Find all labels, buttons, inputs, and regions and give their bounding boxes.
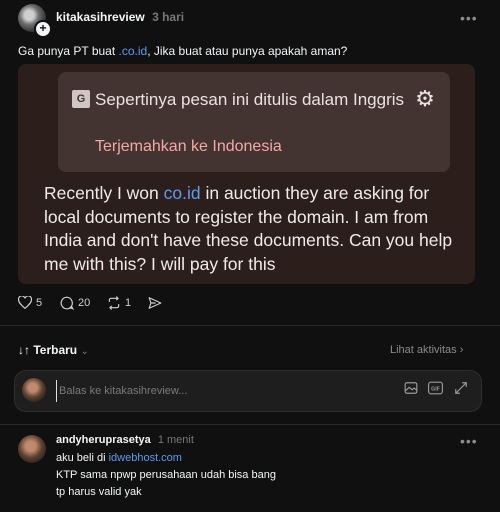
media-text-link: co.id (163, 183, 201, 203)
media-message-text: Recently I won co.id in auction they are… (44, 182, 464, 276)
comment-time: 1 menit (157, 434, 194, 446)
translate-action[interactable]: Terjemahkan ke Indonesia (95, 138, 282, 156)
expand-icon[interactable] (454, 381, 468, 398)
heart-icon (18, 296, 32, 309)
repost-button[interactable]: 1 (107, 296, 131, 310)
comment-more-icon[interactable]: ••• (460, 433, 478, 449)
comment-text-part: aku beli di (56, 452, 109, 464)
comment-count: 20 (78, 297, 91, 309)
gear-icon[interactable]: ⚙ (412, 86, 438, 112)
post-username[interactable]: kitakasihreview (56, 10, 145, 24)
translate-icon: G (72, 90, 90, 108)
follow-plus-icon[interactable]: + (34, 20, 52, 38)
comment-link[interactable]: idwebhost.com (109, 452, 182, 464)
post-text-part: Ga punya PT buat (18, 44, 119, 58)
sort-icon: ↓↑ (18, 343, 30, 357)
share-icon (148, 297, 162, 309)
like-count: 5 (36, 296, 43, 309)
repost-count: 1 (125, 297, 132, 309)
share-button[interactable] (148, 296, 162, 310)
repost-icon (108, 296, 120, 310)
activity-label: Lihat aktivitas (390, 344, 457, 356)
translate-banner: G Sepertinya pesan ini ditulis dalam Ing… (58, 72, 450, 172)
post-more-icon[interactable]: ••• (460, 10, 478, 26)
post-text: Ga punya PT buat .co.id, Jika buat atau … (18, 44, 347, 58)
sort-label: Terbaru (33, 343, 78, 357)
section-divider (0, 325, 500, 326)
comment-button[interactable]: 20 (60, 296, 90, 310)
post-text-part: , Jika buat atau punya apakah aman? (147, 44, 348, 58)
current-user-avatar (22, 378, 46, 402)
sort-dropdown[interactable]: ↓↑ Terbaru ⌄ (18, 343, 89, 357)
svg-text:GIF: GIF (431, 386, 440, 392)
post-time: 3 hari (152, 10, 185, 24)
comment-avatar[interactable] (18, 435, 46, 463)
comment-username[interactable]: andyheruprasetya (56, 434, 151, 446)
reply-input[interactable] (56, 380, 391, 402)
comment-line: KTP sama npwp perusahaan udah bisa bang (56, 469, 276, 481)
like-button[interactable]: 5 (18, 296, 42, 309)
chevron-right-icon: › (459, 344, 464, 356)
media-text-part: Recently I won (44, 183, 164, 203)
comment-header: andyheruprasetya 1 menit (56, 434, 194, 446)
post-media-image[interactable]: G Sepertinya pesan ini ditulis dalam Ing… (18, 64, 475, 284)
translate-title: Sepertinya pesan ini ditulis dalam Inggr… (95, 90, 405, 109)
chevron-down-icon: ⌄ (80, 346, 89, 357)
image-icon[interactable] (404, 381, 418, 398)
comment-line: aku beli di idwebhost.com (56, 452, 182, 464)
comment-icon (60, 296, 74, 310)
post-header: kitakasihreview 3 hari (56, 10, 184, 24)
reply-divider (0, 424, 500, 425)
gif-icon[interactable]: GIF (428, 381, 443, 398)
view-activity-link[interactable]: Lihat aktivitas › (390, 344, 463, 356)
comment-line: tp harus valid yak (56, 486, 142, 498)
post-text-link[interactable]: .co.id (119, 44, 148, 58)
